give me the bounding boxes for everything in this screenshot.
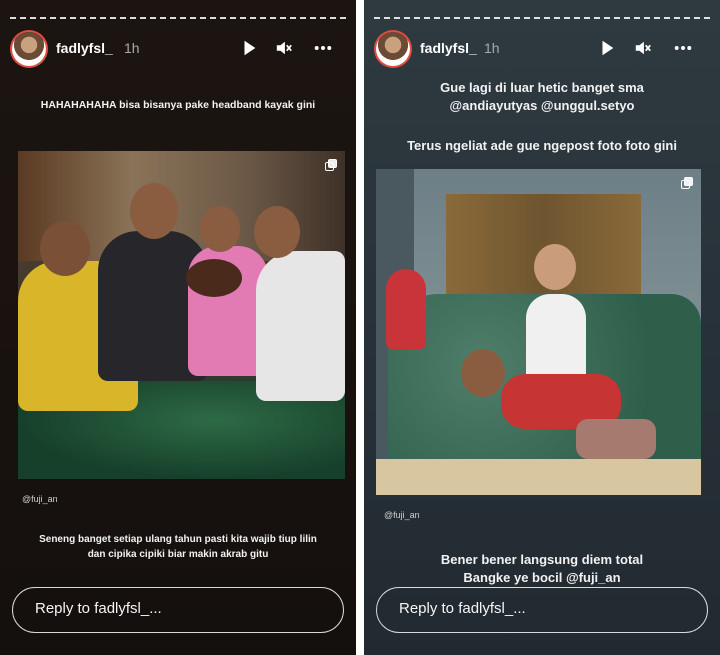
username[interactable]: fadlyfsl_	[56, 40, 113, 56]
mention-tag[interactable]: @fuji_an	[384, 510, 420, 520]
play-icon	[602, 40, 614, 56]
reply-input[interactable]: Reply to fadlyfsl_...	[376, 587, 708, 633]
story-caption-bottom-line1: Seneng banget setiap ulang tahun pasti k…	[39, 534, 317, 545]
username[interactable]: fadlyfsl_	[420, 40, 477, 56]
story-caption-bottom-line2: dan cipika cipiki biar makin akrab gitu	[87, 549, 269, 560]
story-photo[interactable]	[18, 151, 345, 479]
more-icon	[314, 46, 332, 50]
story-header: fadlyfsl_ 1h	[12, 32, 344, 66]
red-doll	[386, 269, 426, 349]
story-caption-bottom-line2: Bangke ye bocil @fuji_an	[463, 570, 621, 585]
mute-button[interactable]	[632, 37, 654, 59]
play-icon	[244, 40, 256, 56]
play-button[interactable]	[238, 37, 260, 59]
mention-tag[interactable]: @fuji_an	[22, 494, 58, 504]
story-progress-bar	[374, 17, 710, 21]
person-head	[40, 221, 90, 276]
mute-button[interactable]	[273, 37, 295, 59]
story-panel-left: fadlyfsl_ 1h HAHAHAHAHA bisa bisanya pak…	[0, 0, 356, 655]
child-white-top	[526, 294, 586, 384]
story-header: fadlyfsl_ 1h	[376, 32, 708, 66]
more-options-button[interactable]	[672, 37, 694, 59]
story-caption-line1: Gue lagi di luar hetic banget sma	[440, 80, 644, 95]
play-button[interactable]	[596, 37, 618, 59]
child-plaid-shorts	[576, 419, 656, 459]
person-head	[130, 183, 178, 239]
multi-photo-icon	[325, 159, 337, 171]
story-caption-mentions[interactable]: @andiayutyas @unggul.setyo	[364, 98, 720, 113]
more-icon	[674, 46, 692, 50]
person-head	[254, 206, 300, 258]
story-photo[interactable]	[376, 169, 701, 495]
person-head	[200, 206, 240, 252]
avatar[interactable]	[12, 32, 46, 66]
more-options-button[interactable]	[312, 37, 334, 59]
multi-photo-icon	[681, 177, 693, 189]
post-time: 1h	[484, 40, 500, 56]
person-white-shirt	[256, 251, 345, 401]
story-caption-top: HAHAHAHAHA bisa bisanya pake headband ka…	[40, 99, 316, 111]
story-panel-right: fadlyfsl_ 1h Gue lagi di luar hetic bang…	[364, 0, 720, 655]
child-head-sunglasses	[534, 244, 576, 290]
avatar[interactable]	[376, 32, 410, 66]
reply-input[interactable]: Reply to fadlyfsl_...	[12, 587, 344, 633]
mute-icon	[276, 41, 292, 55]
child-head	[461, 349, 505, 397]
post-time: 1h	[124, 40, 140, 56]
photo-floor	[376, 459, 701, 495]
story-progress-bar	[10, 17, 346, 21]
story-caption-line3: Terus ngeliat ade gue ngepost foto foto …	[407, 138, 677, 153]
story-caption-bottom-line1: Bener bener langsung diem total	[440, 552, 644, 567]
birthday-cake	[186, 259, 242, 297]
mute-icon	[635, 41, 651, 55]
